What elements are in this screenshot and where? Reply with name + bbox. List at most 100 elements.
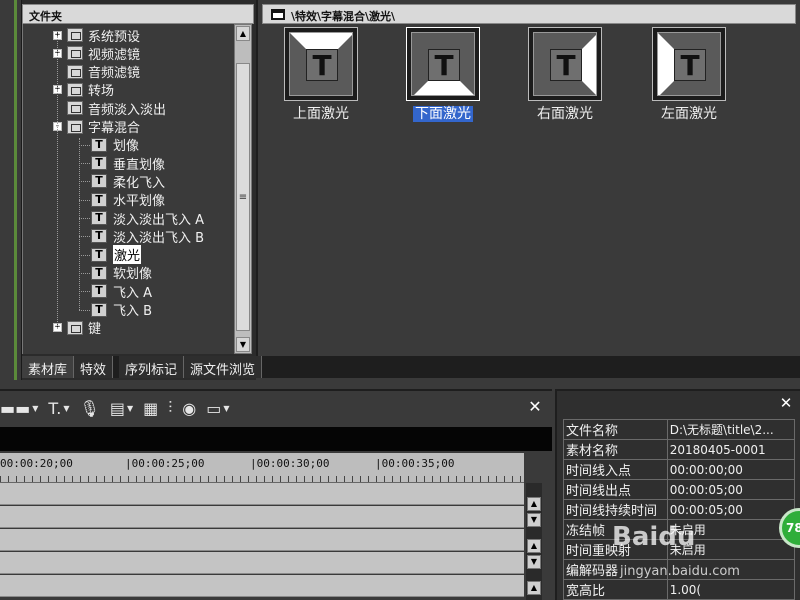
title-glyph: T bbox=[550, 49, 582, 82]
effect-item[interactable]: T 下面激光 bbox=[406, 27, 480, 127]
effect-label: 右面激光 bbox=[518, 103, 612, 123]
info-row: 时间线持续时间 00:00:05;00 bbox=[563, 499, 796, 520]
effect-label-text: 右面激光 bbox=[537, 106, 593, 122]
timeline-scrollbar[interactable]: ▲ ▼ ▲ ▼ ▲ bbox=[526, 483, 542, 600]
chevron-down-icon[interactable]: ▼ bbox=[63, 404, 69, 413]
info-key: 文件名称 bbox=[563, 419, 668, 440]
folder-icon bbox=[67, 46, 83, 61]
scroll-up-button[interactable]: ▲ bbox=[527, 539, 541, 553]
tree-child-item[interactable]: T 激光 bbox=[91, 245, 142, 265]
tree-connector bbox=[79, 291, 90, 293]
tree-item-label: 划像 bbox=[113, 139, 140, 155]
tree-item[interactable]: - 字幕混合 bbox=[53, 118, 140, 136]
tree-child-item[interactable]: T 飞入 A bbox=[91, 282, 153, 301]
effects-path-text: \特效\字幕混合\激光\ bbox=[291, 10, 396, 23]
tree-item[interactable]: + 系统预设 bbox=[53, 26, 140, 45]
tree-item-label: 转场 bbox=[88, 84, 115, 100]
tree-item[interactable]: + 键 bbox=[53, 319, 101, 337]
info-row: 时间线出点 00:00:05;00 bbox=[563, 479, 796, 500]
tree-item-label: 字幕混合 bbox=[88, 121, 141, 136]
tree-connector bbox=[79, 144, 90, 146]
info-value: 1.00( bbox=[666, 579, 796, 600]
tree-child-item[interactable]: T 软划像 bbox=[91, 264, 152, 282]
tree-child-item[interactable]: T 淡入淡出飞入 B bbox=[91, 227, 204, 246]
effect-item[interactable]: T 左面激光 bbox=[652, 27, 726, 127]
title-icon: T bbox=[91, 137, 107, 152]
timeline-track[interactable] bbox=[0, 506, 524, 528]
ruler-tick-label: |00:00:25;00 bbox=[125, 457, 205, 470]
title-icon: T bbox=[91, 229, 107, 244]
tree-child-item[interactable]: T 水平划像 bbox=[91, 191, 165, 209]
effect-thumbnail[interactable]: T bbox=[652, 27, 726, 101]
mixer-icon[interactable]: ⫶ bbox=[168, 396, 172, 420]
timeline-ruler[interactable]: 00:00:20;00 |00:00:25;00 |00:00:30;00 |00:0… bbox=[0, 453, 524, 483]
tree-connector bbox=[79, 163, 90, 165]
tree-item-label: 飞入 B bbox=[113, 304, 153, 319]
cut-icon[interactable]: ▬▬ ▼ bbox=[0, 396, 38, 420]
tree-item[interactable]: + 视频滤镜 bbox=[53, 44, 141, 63]
title-icon: T bbox=[91, 247, 107, 262]
scroll-thumb[interactable]: ≡ bbox=[236, 63, 250, 331]
chevron-down-icon[interactable]: ▼ bbox=[32, 404, 38, 413]
effect-label-text: 左面激光 bbox=[661, 106, 717, 122]
tree-connector bbox=[79, 272, 90, 274]
timeline-track[interactable] bbox=[0, 529, 524, 551]
effect-item[interactable]: T 上面激光 bbox=[284, 27, 358, 127]
effect-preview: T bbox=[411, 32, 475, 96]
effect-thumbnail[interactable]: T bbox=[528, 27, 602, 101]
info-row: 宽高比 1.00( bbox=[563, 579, 796, 600]
tree-item-label: 视频滤镜 bbox=[88, 47, 141, 63]
timeline-track[interactable] bbox=[0, 483, 524, 505]
tree-item-label: 音频淡入淡出 bbox=[88, 102, 167, 118]
tree-child-item[interactable]: T 柔化飞入 bbox=[91, 172, 166, 191]
tab-0[interactable]: 素材库 bbox=[22, 356, 75, 378]
title-icon: T bbox=[91, 192, 107, 207]
effect-label-text: 上面激光 bbox=[293, 106, 349, 122]
scroll-up-button[interactable]: ▲ bbox=[527, 497, 541, 511]
effect-thumbnail[interactable]: T bbox=[284, 27, 358, 101]
chevron-down-icon[interactable]: ▼ bbox=[223, 404, 229, 413]
tree-item[interactable]: 音频淡入淡出 bbox=[53, 99, 167, 118]
effect-preview: T bbox=[657, 32, 721, 96]
tree-child-item[interactable]: T 淡入淡出飞入 A bbox=[91, 209, 204, 228]
microphone-icon[interactable]: 🎙 bbox=[80, 396, 100, 420]
scroll-down-button[interactable]: ▼ bbox=[527, 513, 541, 527]
timeline-track[interactable] bbox=[0, 552, 524, 574]
tree-item-label: 柔化飞入 bbox=[113, 175, 166, 191]
tree-child-item[interactable]: T 垂直划像 bbox=[91, 154, 165, 173]
window-icon[interactable]: ▭ ▼ bbox=[206, 396, 229, 420]
folder-icon bbox=[67, 82, 83, 97]
close-icon[interactable]: ✕ bbox=[524, 396, 546, 418]
effect-item[interactable]: T 右面激光 bbox=[528, 27, 602, 127]
tab-3[interactable]: 源文件浏览 bbox=[184, 356, 263, 378]
title-icon[interactable]: T. ▼ bbox=[48, 396, 69, 420]
color-wheel-icon[interactable]: ◉ bbox=[182, 396, 196, 420]
scroll-down-button[interactable]: ▼ bbox=[236, 337, 250, 352]
grid-icon[interactable]: ▦ bbox=[143, 396, 158, 420]
tree-item-label: 飞入 A bbox=[113, 285, 153, 301]
watermark-logo: Baidu bbox=[612, 522, 696, 552]
tree-item[interactable]: 音频滤镜 bbox=[53, 63, 140, 81]
tree-child-item[interactable]: T 划像 bbox=[91, 136, 139, 154]
grid-icon-glyph: ▦ bbox=[143, 398, 159, 418]
info-value: 00:00:05;00 bbox=[666, 499, 796, 520]
title-icon: T bbox=[91, 156, 107, 171]
tree-child-item[interactable]: T 飞入 B bbox=[91, 301, 152, 319]
folder-icon bbox=[67, 64, 83, 79]
scroll-down-button[interactable]: ▼ bbox=[527, 555, 541, 569]
close-icon[interactable]: ✕ bbox=[775, 393, 797, 413]
tree-connector bbox=[79, 236, 90, 238]
effect-thumbnail[interactable]: T bbox=[406, 27, 480, 101]
chevron-down-icon[interactable]: ▼ bbox=[127, 404, 133, 413]
tree-item[interactable]: + 转场 bbox=[53, 81, 114, 99]
scroll-up-button[interactable]: ▲ bbox=[527, 581, 541, 595]
tab-2[interactable]: 序列标记 bbox=[119, 356, 185, 378]
scroll-up-button[interactable]: ▲ bbox=[236, 26, 250, 41]
tree-item-label: 音频滤镜 bbox=[88, 66, 141, 82]
folder-tree: + 系统预设 + 视频滤镜 音频滤镜 + 转场 音频淡入淡出 - 字幕混合 T 划像 T 垂直划像 T 柔化飞… bbox=[22, 24, 234, 354]
timeline-track[interactable] bbox=[0, 575, 524, 597]
track-icon[interactable]: ▤ ▼ bbox=[110, 396, 133, 420]
folder-tree-scrollbar[interactable]: ▲ ≡ ▼ bbox=[234, 24, 252, 354]
open-folder-icon bbox=[67, 119, 83, 134]
tab-1[interactable]: 特效 bbox=[74, 356, 114, 378]
